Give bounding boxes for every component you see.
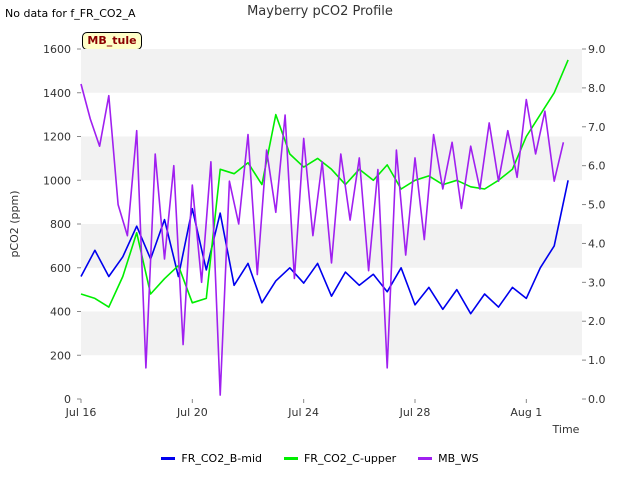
y-tick-label: 1000 [43,174,71,187]
legend-label-b-mid: FR_CO2_B-mid [181,452,262,465]
y2-tick-label: 3.0 [588,276,606,289]
grid-band [81,180,582,224]
legend: FR_CO2_B-mid FR_CO2_C-upper MB_WS [0,452,640,465]
y2-tick-label: 7.0 [588,121,606,134]
x-tick-label: Jul 16 [65,406,97,419]
grid-band [81,267,582,312]
x-axis-label: Time [552,423,580,436]
grid-bands [81,49,582,399]
y-axis-label: pCO2 (ppm) [8,190,21,257]
y-tick-label: 600 [50,262,71,275]
x-axis: Jul 16 Jul 20 Jul 24 Jul 28 Aug 1 [65,399,542,419]
y-tick-label: 0 [64,393,71,406]
legend-swatch-b-mid [161,457,176,460]
x-tick-label: Jul 28 [399,406,431,419]
y-tick-label: 200 [50,349,71,362]
grid-band [81,92,582,137]
y2-tick-label: 9.0 [588,43,606,56]
y-tick-label: 1600 [43,43,71,56]
y2-tick-label: 2.0 [588,315,606,328]
legend-swatch-c-upper [283,457,298,460]
y-axis-left: 0 200 400 600 800 1000 1200 1400 1600 [43,43,81,406]
grid-band [81,49,582,93]
y2-tick-label: 0.0 [588,393,606,406]
y-tick-label: 1200 [43,131,71,144]
y-tick-label: 1400 [43,87,71,100]
y2-tick-label: 6.0 [588,160,606,173]
legend-label-c-upper: FR_CO2_C-upper [303,452,397,465]
x-tick-label: Jul 24 [287,406,319,419]
x-tick-label: Jul 20 [176,406,208,419]
x-tick-label: Aug 1 [510,406,542,419]
y2-tick-label: 4.0 [588,237,606,250]
legend-label-mb-ws: MB_WS [438,452,479,465]
y2-tick-label: 5.0 [588,199,606,212]
legend-item-b-mid: FR_CO2_B-mid [161,452,262,465]
y-tick-label: 400 [50,306,71,319]
grid-band [81,355,582,399]
legend-item-c-upper: FR_CO2_C-upper [283,452,397,465]
y-axis-right: 0.0 1.0 2.0 3.0 4.0 5.0 6.0 7.0 8.0 9.0 [582,43,606,406]
legend-swatch-mb-ws [418,457,433,460]
y-tick-label: 800 [50,218,71,231]
y2-tick-label: 1.0 [588,354,606,367]
grid-band [81,311,582,356]
chart-canvas: 0 200 400 600 800 1000 1200 1400 1600 0.0 1.0 2.0 3… [8,43,606,436]
y2-tick-label: 8.0 [588,82,606,95]
legend-item-mb-ws: MB_WS [418,452,479,465]
